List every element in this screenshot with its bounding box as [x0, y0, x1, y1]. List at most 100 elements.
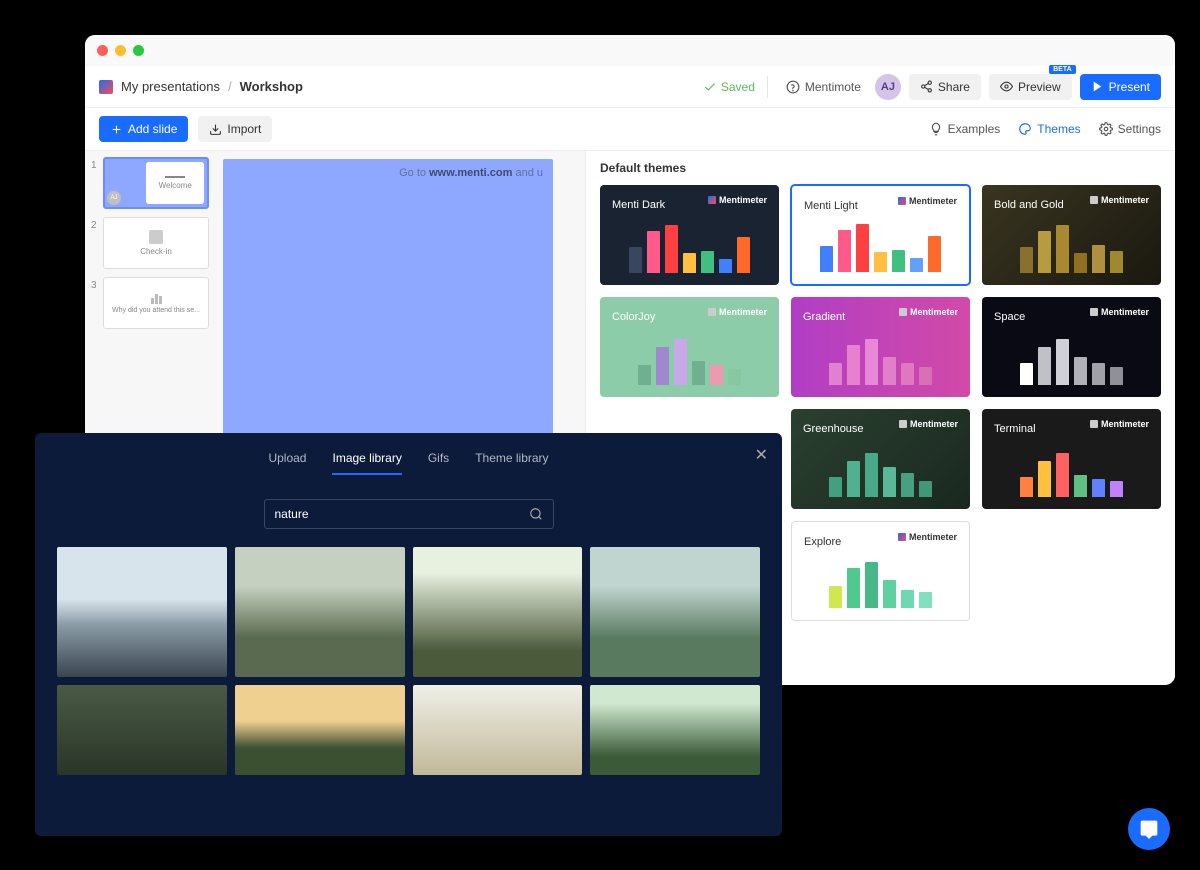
theme-bars-icon	[804, 222, 957, 272]
slide-label: Check-in	[140, 247, 172, 256]
theme-card-greenhouse[interactable]: Greenhouse Mentimeter	[791, 409, 970, 509]
url-suffix: and u	[512, 167, 543, 179]
theme-bars-icon	[803, 447, 958, 497]
image-result[interactable]	[590, 547, 760, 677]
titlebar: My presentations / Workshop Saved Mentim…	[85, 66, 1175, 108]
slide-row-2: 2 Check-in	[91, 217, 209, 269]
theme-bars-icon	[994, 335, 1149, 385]
themes-section-title: Default themes	[600, 161, 1161, 175]
check-icon	[703, 80, 717, 94]
minimize-window-icon[interactable]	[115, 45, 126, 56]
image-library-modal: ✕ Upload Image library Gifs Theme librar…	[35, 433, 782, 836]
slide-thumb-2[interactable]: Check-in	[103, 217, 209, 269]
image-result[interactable]	[235, 685, 405, 775]
download-icon	[209, 123, 222, 136]
close-icon[interactable]: ✕	[755, 445, 768, 465]
saved-label: Saved	[721, 80, 755, 94]
image-result[interactable]	[413, 547, 583, 677]
plus-icon	[110, 123, 123, 136]
help-chat-button[interactable]	[1128, 808, 1170, 850]
present-button[interactable]: Present	[1080, 74, 1161, 100]
slide-content-icon	[165, 176, 185, 178]
slide-thumb-inner: Welcome	[146, 162, 204, 204]
search-input[interactable]	[275, 507, 529, 521]
bar-chart-icon	[151, 292, 162, 304]
theme-brand-label: Mentimeter	[708, 307, 767, 317]
theme-brand-label: Mentimeter	[898, 196, 957, 206]
slide-number: 3	[91, 277, 99, 329]
document-icon	[149, 230, 163, 244]
play-icon	[1091, 80, 1104, 93]
tab-image-library[interactable]: Image library	[332, 451, 401, 475]
slide-thumb-1[interactable]: Welcome AJ	[103, 157, 209, 209]
search-box	[264, 499, 554, 529]
theme-card-colorjoy[interactable]: ColorJoy Mentimeter	[600, 297, 779, 397]
theme-card-bold-gold[interactable]: Bold and Gold Mentimeter	[982, 185, 1161, 285]
slide-label: Welcome	[159, 181, 192, 190]
theme-brand-label: Mentimeter	[899, 307, 958, 317]
theme-name: Menti Dark	[612, 199, 665, 211]
themes-tab[interactable]: Themes	[1018, 122, 1080, 136]
breadcrumb-current: Workshop	[240, 79, 303, 94]
present-label: Present	[1109, 80, 1150, 94]
separator	[767, 76, 768, 98]
image-result[interactable]	[413, 685, 583, 775]
chat-icon	[1139, 819, 1159, 839]
tab-upload[interactable]: Upload	[268, 451, 306, 475]
add-slide-label: Add slide	[128, 122, 177, 136]
image-result[interactable]	[57, 685, 227, 775]
beta-badge: BETA	[1049, 65, 1076, 74]
examples-tab[interactable]: Examples	[929, 122, 1001, 136]
image-result[interactable]	[235, 547, 405, 677]
canvas-url-hint: Go to www.menti.com and u	[399, 167, 543, 179]
share-icon	[920, 80, 933, 93]
examples-label: Examples	[948, 122, 1001, 136]
themes-label: Themes	[1037, 122, 1080, 136]
theme-name: Space	[994, 311, 1025, 323]
import-button[interactable]: Import	[198, 116, 272, 142]
theme-card-explore[interactable]: Explore Mentimeter	[791, 521, 970, 621]
theme-bars-icon	[612, 223, 767, 273]
url-prefix: Go to	[399, 167, 429, 179]
theme-name: Menti Light	[804, 200, 858, 212]
slide-label: Why did you attend this se...	[112, 307, 200, 314]
slide-number: 1	[91, 157, 99, 209]
saved-status: Saved	[703, 80, 755, 94]
theme-card-menti-dark[interactable]: Menti Dark Mentimeter	[600, 185, 779, 285]
url-host: www.menti.com	[429, 167, 512, 179]
toolbar-left: Add slide Import	[99, 116, 272, 142]
logo-icon[interactable]	[99, 80, 113, 94]
theme-card-menti-light[interactable]: Menti Light Mentimeter	[791, 185, 970, 285]
preview-button[interactable]: BETA Preview	[989, 74, 1072, 100]
search-icon[interactable]	[529, 507, 543, 521]
image-result[interactable]	[57, 547, 227, 677]
theme-brand-label: Mentimeter	[1090, 307, 1149, 317]
theme-bars-icon	[803, 335, 958, 385]
slide-row-3: 3 Why did you attend this se...	[91, 277, 209, 329]
share-label: Share	[938, 80, 970, 94]
settings-tab[interactable]: Settings	[1099, 122, 1161, 136]
import-label: Import	[227, 122, 261, 136]
close-window-icon[interactable]	[97, 45, 108, 56]
gear-icon	[1099, 122, 1113, 136]
theme-name: Greenhouse	[803, 423, 864, 435]
image-result[interactable]	[590, 685, 760, 775]
maximize-window-icon[interactable]	[133, 45, 144, 56]
theme-brand-label: Mentimeter	[1090, 195, 1149, 205]
breadcrumb-root[interactable]: My presentations	[121, 79, 220, 94]
image-results-grid	[57, 547, 760, 775]
mentimote-link[interactable]: Mentimote	[780, 75, 867, 99]
breadcrumb-separator: /	[228, 79, 232, 94]
theme-brand-label: Mentimeter	[898, 532, 957, 542]
slide-thumb-3[interactable]: Why did you attend this se...	[103, 277, 209, 329]
modal-tabs: Upload Image library Gifs Theme library	[57, 451, 760, 475]
share-button[interactable]: Share	[909, 74, 981, 100]
theme-card-space[interactable]: Space Mentimeter	[982, 297, 1161, 397]
tab-gifs[interactable]: Gifs	[428, 451, 449, 475]
add-slide-button[interactable]: Add slide	[99, 116, 188, 142]
avatar[interactable]: AJ	[875, 74, 901, 100]
tab-theme-library[interactable]: Theme library	[475, 451, 548, 475]
search-wrap	[57, 499, 760, 529]
theme-card-gradient[interactable]: Gradient Mentimeter	[791, 297, 970, 397]
theme-card-terminal[interactable]: Terminal Mentimeter	[982, 409, 1161, 509]
